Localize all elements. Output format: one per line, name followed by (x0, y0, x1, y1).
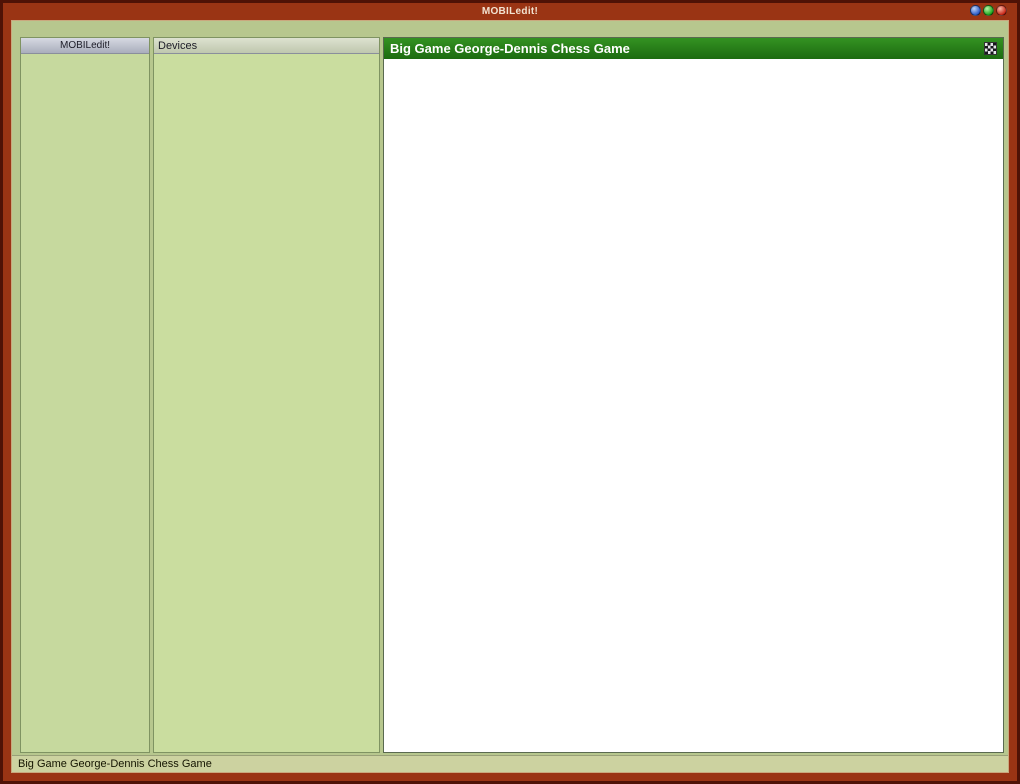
chess-board (384, 59, 1003, 752)
sidebar-header: MOBILedit! (21, 38, 149, 54)
title-bar: MOBILedit! (11, 3, 1009, 20)
devices-header: Devices (154, 38, 379, 54)
sidebar-items (21, 54, 149, 752)
chess-game-panel: Big Game George-Dennis Chess Game (383, 37, 1004, 753)
close-button-icon[interactable] (996, 5, 1007, 16)
maximize-button-icon[interactable] (983, 5, 994, 16)
app-window: MOBILedit! MOBILedit! Devices Big Game G… (0, 0, 1020, 784)
window-title: MOBILedit! (482, 6, 538, 17)
devices-tree (154, 54, 379, 752)
shortcut-sidebar: MOBILedit! (20, 37, 150, 753)
window-controls (970, 5, 1007, 16)
status-bar: Big Game George-Dennis Chess Game (12, 755, 1008, 772)
chessboard-icon (984, 42, 997, 55)
status-text: Big Game George-Dennis Chess Game (18, 758, 212, 770)
minimize-button-icon[interactable] (970, 5, 981, 16)
main-content: MOBILedit! Devices Big Game George-Denni… (12, 35, 1008, 755)
app-body: MOBILedit! Devices Big Game George-Denni… (11, 20, 1009, 773)
chess-panel-header: Big Game George-Dennis Chess Game (384, 38, 1003, 59)
chess-game-title: Big Game George-Dennis Chess Game (390, 41, 630, 56)
devices-tree-panel: Devices (153, 37, 380, 753)
